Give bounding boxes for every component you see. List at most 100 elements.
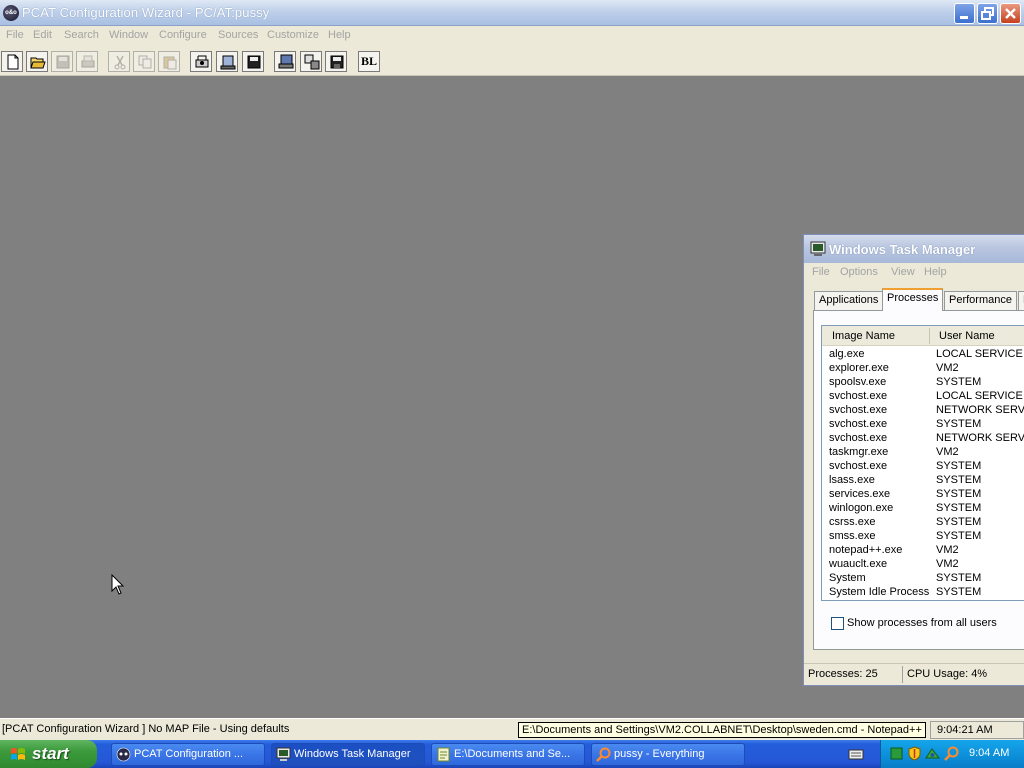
restore-button[interactable] — [977, 3, 998, 24]
process-user-name: SYSTEM — [936, 474, 982, 486]
copy-button[interactable] — [133, 51, 155, 72]
windows-logo-icon — [11, 748, 25, 760]
process-image-name: svchost.exe — [829, 418, 888, 430]
network-icon[interactable] — [925, 746, 940, 761]
tab-networking[interactable]: N — [1018, 291, 1024, 310]
task-manager-window: Windows Task Manager File Options View H… — [803, 234, 1024, 686]
close-button[interactable] — [1000, 3, 1021, 24]
minimize-icon — [960, 16, 968, 19]
process-user-name: SYSTEM — [936, 502, 982, 514]
process-image-name: explorer.exe — [829, 362, 889, 374]
menu-customize[interactable]: Customize — [267, 29, 319, 41]
start-button[interactable]: start — [0, 740, 97, 768]
table-row[interactable]: explorer.exe VM2 — [822, 362, 1024, 376]
table-row[interactable]: svchost.exe SYSTEM — [822, 460, 1024, 474]
green-square-icon[interactable] — [889, 746, 904, 761]
new-file-button[interactable] — [1, 51, 23, 72]
tm-menu-help[interactable]: Help — [924, 266, 947, 278]
table-row[interactable]: svchost.exe LOCAL SERVICE — [822, 390, 1024, 404]
floppy-icon — [330, 55, 344, 69]
column-image-name[interactable]: Image Name — [832, 330, 895, 342]
process-image-name: notepad++.exe — [829, 544, 903, 556]
disk-button[interactable] — [242, 51, 264, 72]
table-row[interactable]: svchost.exe SYSTEM — [822, 418, 1024, 432]
monitor-button[interactable] — [274, 51, 296, 72]
show-all-users-label[interactable]: Show processes from all users — [847, 617, 997, 629]
process-user-name: SYSTEM — [936, 488, 982, 500]
open-button[interactable] — [26, 51, 48, 72]
table-row[interactable]: System Idle Process SYSTEM — [822, 586, 1024, 600]
taskbar-button-notepad[interactable]: E:\Documents and Se... — [431, 743, 585, 766]
process-image-name: System — [829, 572, 866, 584]
table-row[interactable]: notepad++.exe VM2 — [822, 544, 1024, 558]
security-shield-icon[interactable] — [907, 746, 922, 761]
tm-menu-view[interactable]: View — [891, 266, 915, 278]
tab-performance[interactable]: Performance — [944, 291, 1017, 310]
tab-applications[interactable]: Applications — [814, 291, 884, 310]
restore-icon — [981, 7, 994, 20]
menu-file[interactable]: File — [6, 29, 24, 41]
cut-button[interactable] — [108, 51, 130, 72]
menu-help[interactable]: Help — [328, 29, 351, 41]
paste-icon — [163, 56, 177, 70]
transfer-button[interactable] — [300, 51, 322, 72]
process-user-name: NETWORK SERVI — [936, 404, 1024, 416]
app-titlebar[interactable]: o&o PCAT Configuration Wizard - PC/AT:pu… — [0, 0, 1024, 26]
table-row[interactable]: wuauclt.exe VM2 — [822, 558, 1024, 572]
menu-window[interactable]: Window — [109, 29, 148, 41]
tray-clock[interactable]: 9:04 AM — [969, 747, 1009, 759]
tm-menu-options[interactable]: Options — [840, 266, 878, 278]
process-user-name: VM2 — [936, 544, 959, 556]
process-image-name: services.exe — [829, 488, 891, 500]
table-row[interactable]: lsass.exe SYSTEM — [822, 474, 1024, 488]
new-file-icon — [7, 54, 19, 70]
save-button[interactable] — [51, 51, 73, 72]
task-manager-icon — [276, 747, 291, 761]
notepad-icon — [437, 747, 450, 762]
device-button[interactable] — [216, 51, 238, 72]
column-user-name[interactable]: User Name — [939, 330, 995, 342]
app-statusbar: [PCAT Configuration Wizard ] No MAP File… — [0, 718, 1024, 740]
table-row[interactable]: spoolsv.exe SYSTEM — [822, 376, 1024, 390]
table-row[interactable]: alg.exe LOCAL SERVICE — [822, 348, 1024, 362]
table-row[interactable]: csrss.exe SYSTEM — [822, 516, 1024, 530]
table-row[interactable]: services.exe SYSTEM — [822, 488, 1024, 502]
bl-button[interactable]: BL — [358, 51, 380, 72]
search-icon[interactable] — [944, 746, 959, 761]
floppy-button[interactable] — [325, 51, 347, 72]
menu-search[interactable]: Search — [64, 29, 99, 41]
process-icon — [195, 55, 209, 68]
taskbar-button-everything[interactable]: pussy - Everything — [591, 743, 745, 766]
paste-button[interactable] — [158, 51, 180, 72]
process-image-name: svchost.exe — [829, 460, 888, 472]
menu-sources[interactable]: Sources — [218, 29, 258, 41]
process-user-name: SYSTEM — [936, 572, 982, 584]
process-list[interactable]: Image Name User Name alg.exe LOCAL SERVIC… — [821, 325, 1024, 601]
table-row[interactable]: winlogon.exe SYSTEM — [822, 502, 1024, 516]
menu-edit[interactable]: Edit — [33, 29, 52, 41]
taskbar-button-task-manager[interactable]: Windows Task Manager — [271, 743, 425, 766]
table-row[interactable]: taskmgr.exe VM2 — [822, 446, 1024, 460]
tm-menu-file[interactable]: File — [812, 266, 830, 278]
task-manager-titlebar[interactable]: Windows Task Manager — [804, 235, 1024, 263]
taskbar-button-pcat[interactable]: PCAT Configuration ... — [111, 743, 265, 766]
minimize-button[interactable] — [954, 3, 975, 24]
table-row[interactable]: svchost.exe NETWORK SERVI — [822, 404, 1024, 418]
process-image-name: svchost.exe — [829, 390, 888, 402]
keyboard-icon[interactable] — [848, 746, 864, 761]
column-separator[interactable] — [929, 328, 930, 344]
show-all-users-checkbox[interactable] — [831, 617, 844, 630]
table-row[interactable]: smss.exe SYSTEM — [822, 530, 1024, 544]
table-row[interactable]: svchost.exe NETWORK SERVI — [822, 432, 1024, 446]
close-icon — [1005, 8, 1016, 19]
process-image-name: System Idle Process — [829, 586, 930, 598]
app-icon: o&o — [3, 5, 19, 21]
print-button[interactable] — [76, 51, 98, 72]
transfer-icon — [304, 54, 320, 70]
tab-processes[interactable]: Processes — [882, 288, 944, 311]
open-folder-icon — [30, 57, 46, 69]
process-button[interactable] — [190, 51, 212, 72]
process-count: Processes: 25 — [808, 668, 878, 680]
table-row[interactable]: System SYSTEM — [822, 572, 1024, 586]
menu-configure[interactable]: Configure — [159, 29, 207, 41]
